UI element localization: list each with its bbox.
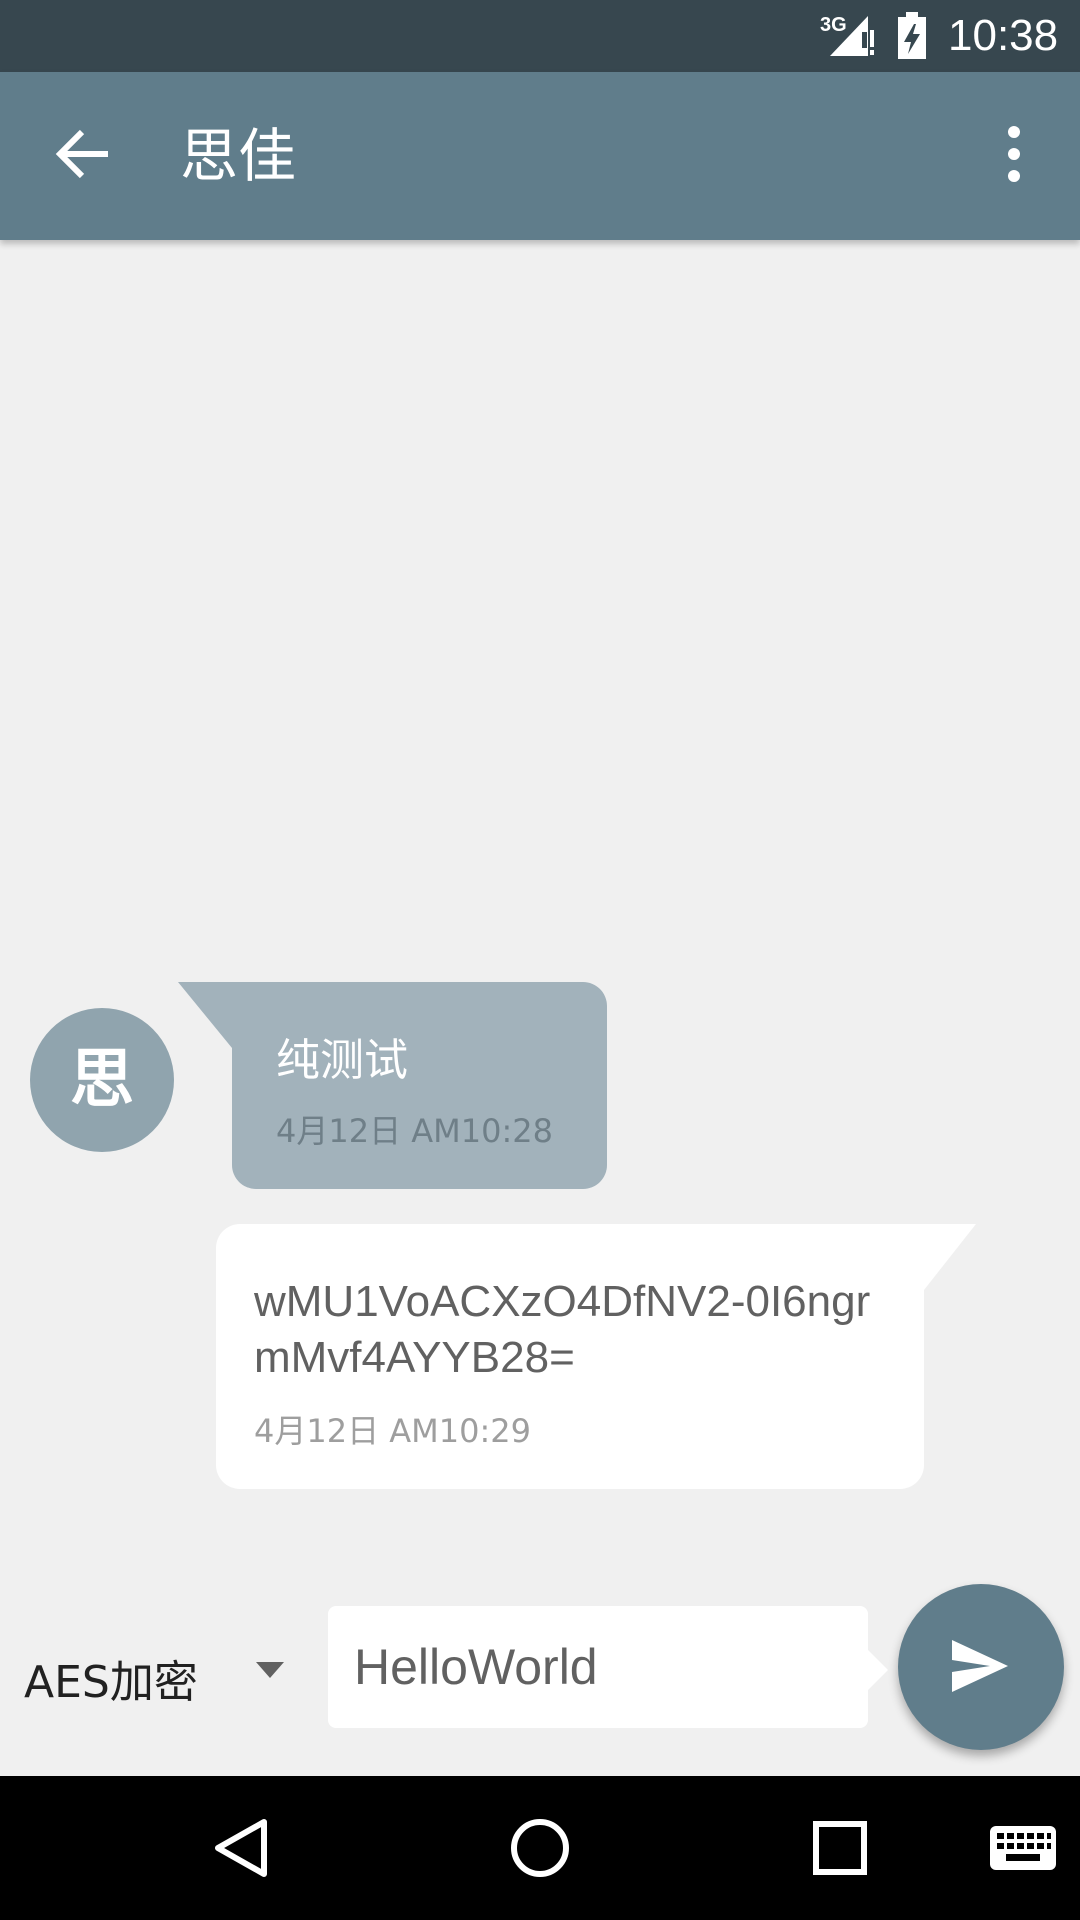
message-timestamp: 4月12日 AM10:29 bbox=[254, 1412, 531, 1450]
battery-charging-icon bbox=[898, 12, 926, 59]
send-icon bbox=[952, 1640, 1008, 1692]
message-timestamp: 4月12日 AM10:28 bbox=[276, 1112, 553, 1150]
bubble-tail bbox=[924, 1224, 976, 1290]
more-vert-icon[interactable] bbox=[980, 118, 1052, 190]
encryption-mode-dropdown[interactable]: AES加密 bbox=[24, 1640, 294, 1708]
message-text: 纯测试 bbox=[276, 1035, 408, 1086]
nav-back-icon[interactable] bbox=[206, 1812, 278, 1884]
signal-icon bbox=[830, 16, 874, 56]
message-text: wMU1VoACXzO4DfNV2-0I6ngrmMvf4AYYB28= bbox=[254, 1277, 871, 1382]
bubble-tail bbox=[178, 982, 232, 1048]
outgoing-message-bubble[interactable]: wMU1VoACXzO4DfNV2-0I6ngrmMvf4AYYB28= 4月1… bbox=[216, 1224, 976, 1489]
back-arrow-icon[interactable] bbox=[48, 118, 120, 190]
message-input[interactable] bbox=[352, 1626, 846, 1708]
conversation-title: 思佳 bbox=[180, 122, 297, 190]
send-button[interactable] bbox=[898, 1584, 1064, 1750]
status-bar: 3G 10:38 bbox=[0, 0, 1080, 72]
keyboard-icon[interactable] bbox=[984, 1812, 1062, 1884]
navigation-bar bbox=[0, 1776, 1080, 1920]
app-bar: 思佳 bbox=[0, 72, 1080, 240]
dropdown-arrow-icon bbox=[256, 1662, 284, 1678]
nav-home-icon[interactable] bbox=[504, 1812, 576, 1884]
nav-recents-icon[interactable] bbox=[804, 1812, 876, 1884]
contact-avatar[interactable]: 思 bbox=[30, 1008, 174, 1152]
clock: 10:38 bbox=[948, 11, 1059, 60]
encryption-mode-label: AES加密 bbox=[24, 1657, 198, 1708]
input-tail bbox=[868, 1650, 888, 1690]
message-input-container bbox=[328, 1606, 888, 1728]
incoming-message-bubble[interactable]: 纯测试 4月12日 AM10:28 bbox=[178, 982, 607, 1189]
